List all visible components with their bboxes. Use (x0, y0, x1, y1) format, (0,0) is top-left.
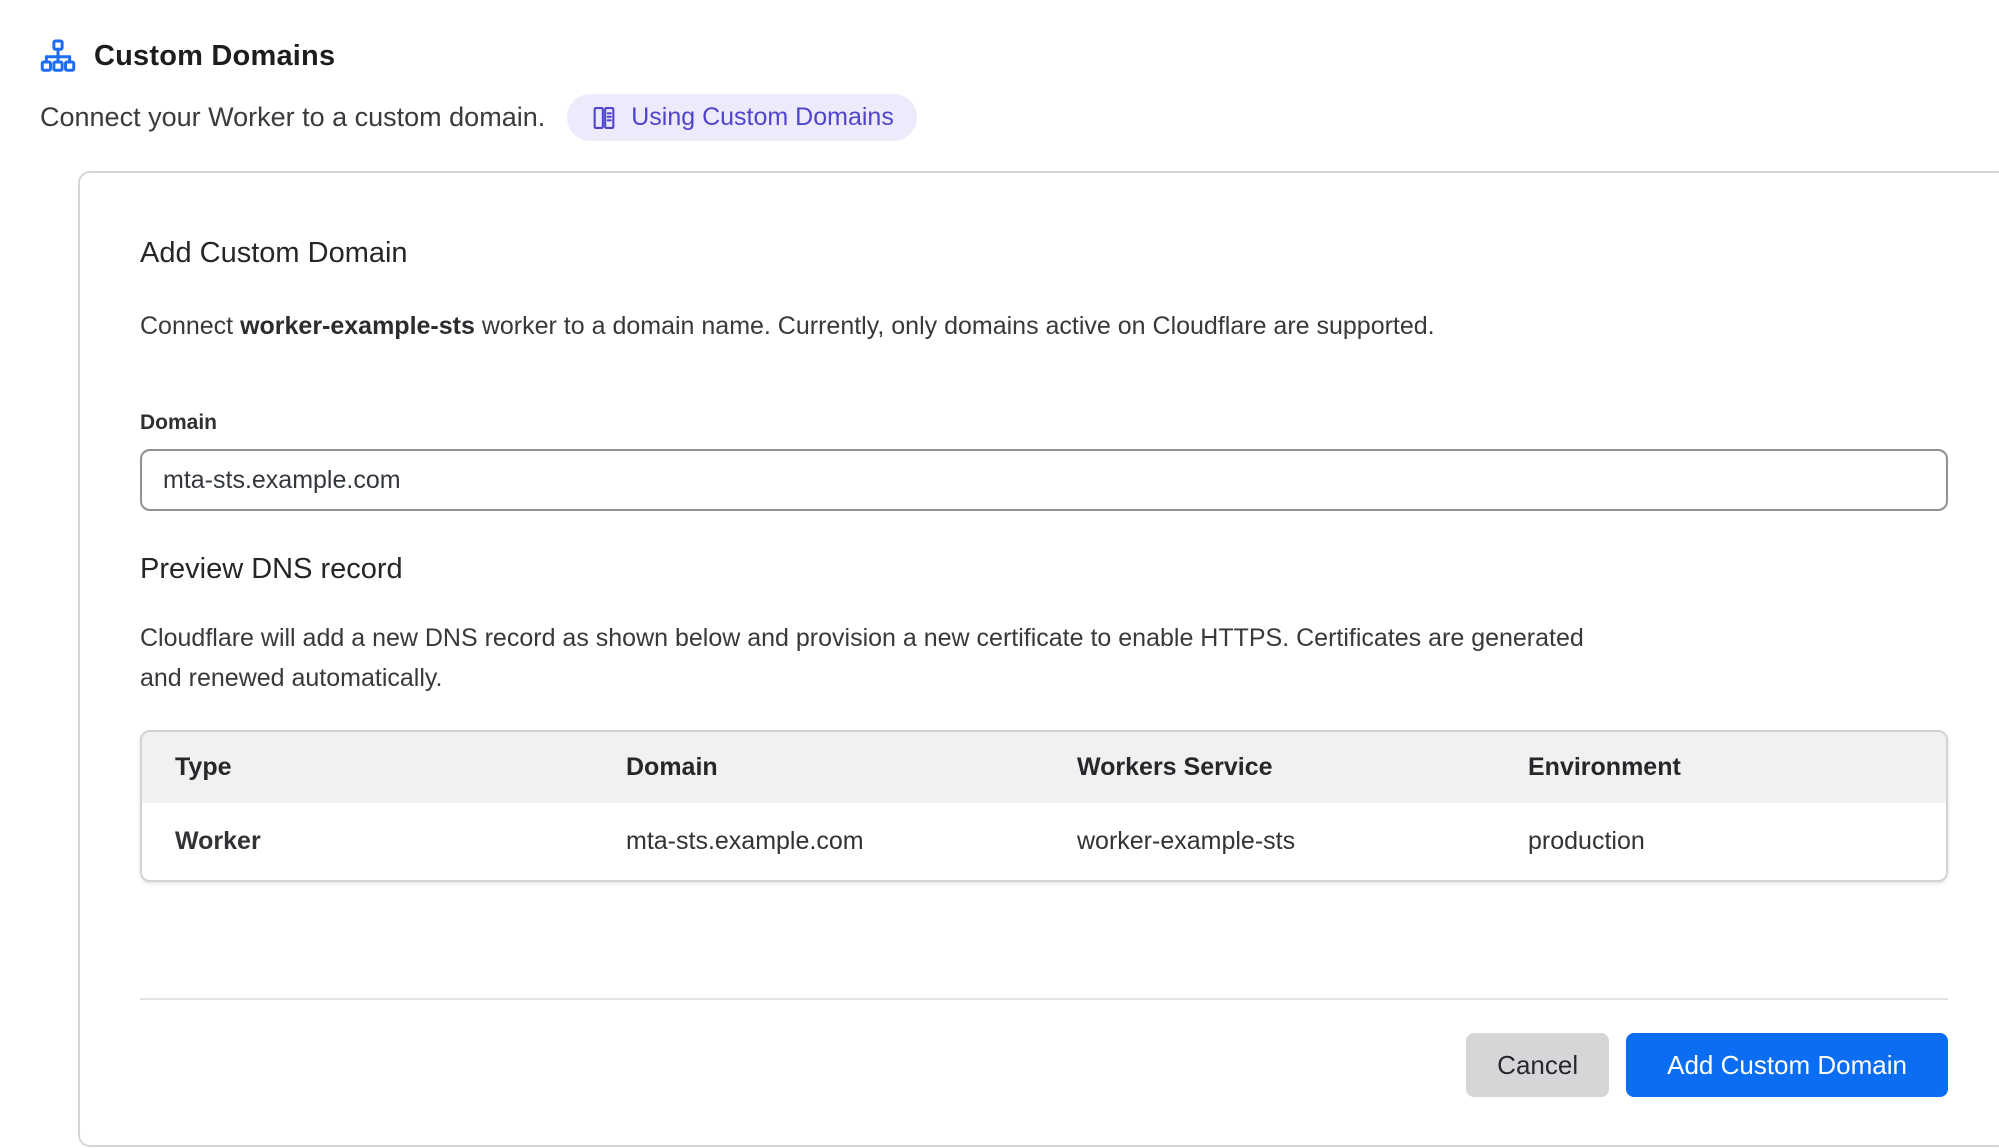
domain-field-label: Domain (140, 411, 1948, 435)
page-title: Custom Domains (94, 40, 335, 73)
card-intro-text: Connect worker-example-sts worker to a d… (140, 312, 1948, 341)
card-footer: Cancel Add Custom Domain (140, 1033, 1948, 1097)
open-book-icon (590, 104, 618, 132)
page-header: Custom Domains (40, 38, 1999, 74)
column-header-domain: Domain (593, 732, 1044, 803)
preview-dns-heading: Preview DNS record (140, 553, 1948, 586)
column-header-workers-service: Workers Service (1044, 732, 1495, 803)
page-subtitle-row: Connect your Worker to a custom domain. … (40, 94, 1999, 141)
column-header-environment: Environment (1495, 732, 1946, 803)
cell-domain: mta-sts.example.com (593, 803, 1044, 880)
card-heading: Add Custom Domain (140, 237, 1948, 270)
domain-field-group: Domain (140, 411, 1948, 511)
dns-record-table: Type Domain Workers Service Environment … (140, 730, 1948, 882)
docs-link-badge[interactable]: Using Custom Domains (567, 94, 917, 141)
add-custom-domain-button[interactable]: Add Custom Domain (1626, 1033, 1948, 1097)
custom-domains-page: Custom Domains Connect your Worker to a … (0, 0, 1999, 1147)
table-header-row: Type Domain Workers Service Environment (142, 732, 1946, 803)
docs-link-label: Using Custom Domains (631, 103, 894, 132)
sitemap-icon (40, 38, 76, 74)
column-header-type: Type (142, 732, 593, 803)
footer-divider (140, 998, 1948, 1000)
page-subtitle: Connect your Worker to a custom domain. (40, 102, 545, 133)
domain-input[interactable] (140, 449, 1948, 511)
cell-environment: production (1495, 803, 1946, 880)
preview-dns-description: Cloudflare will add a new DNS record as … (140, 618, 1610, 698)
cancel-button[interactable]: Cancel (1466, 1033, 1609, 1097)
add-custom-domain-card: Add Custom Domain Connect worker-example… (78, 171, 1999, 1147)
table-row: Worker mta-sts.example.com worker-exampl… (142, 803, 1946, 880)
intro-suffix: worker to a domain name. Currently, only… (475, 312, 1435, 340)
intro-prefix: Connect (140, 312, 240, 340)
intro-worker-name: worker-example-sts (240, 312, 475, 340)
cell-type: Worker (142, 803, 593, 880)
cell-workers-service: worker-example-sts (1044, 803, 1495, 880)
